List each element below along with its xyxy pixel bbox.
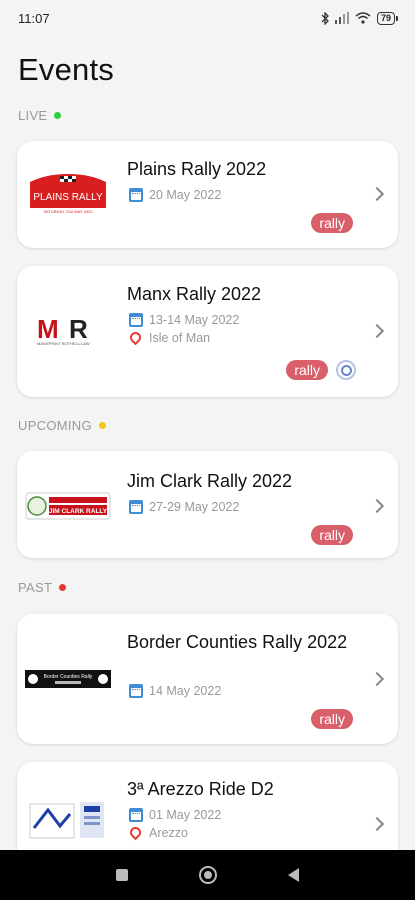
upcoming-status-dot	[98, 422, 106, 429]
section-header-upcoming: UPCOMING	[18, 418, 106, 433]
chevron-right-icon	[369, 186, 385, 202]
event-card-manx-rally[interactable]: M R MANXPRINT ROTHELL.LAW Manx Rally 202…	[17, 266, 398, 397]
event-date-text: 13-14 May 2022	[149, 313, 240, 327]
calendar-icon	[129, 188, 143, 202]
event-title: Border Counties Rally 2022	[127, 632, 348, 652]
location-pin-icon	[127, 824, 144, 840]
calendar-icon	[129, 808, 143, 822]
svg-text:PLAINS RALLY: PLAINS RALLY	[33, 192, 103, 203]
recent-apps-button[interactable]	[115, 869, 128, 881]
event-date: 13-14 May 2022	[129, 313, 239, 327]
battery-icon: 79	[376, 11, 399, 25]
event-title: Manx Rally 2022	[127, 284, 262, 304]
event-title: Plains Rally 2022	[127, 159, 267, 179]
event-card-plains-rally[interactable]: PLAINS RALLY SATURDAY 21st MAY 2022 Plai…	[17, 141, 398, 248]
chevron-right-icon	[369, 323, 385, 339]
status-time: 11:07	[18, 10, 50, 26]
calendar-icon	[129, 684, 143, 698]
event-tag: rally	[311, 525, 353, 545]
svg-text:MANXPRINT ROTHELL.LAW: MANXPRINT ROTHELL.LAW	[37, 341, 90, 346]
chevron-right-icon	[369, 671, 385, 687]
event-logo-plains-rally: PLAINS RALLY SATURDAY 21st MAY 2022	[25, 171, 111, 217]
svg-text:Border Counties Rally: Border Counties Rally	[44, 674, 93, 680]
svg-text:JIM CLARK RALLY: JIM CLARK RALLY	[49, 508, 108, 515]
event-date-text: 20 May 2022	[149, 188, 222, 202]
location-pin-icon	[127, 329, 144, 345]
home-button[interactable]	[198, 866, 217, 884]
event-date: 20 May 2022	[129, 188, 221, 202]
event-date: 14 May 2022	[129, 684, 221, 698]
event-logo-manx-rally: M R MANXPRINT ROTHELL.LAW	[25, 310, 111, 350]
event-card-jim-clark-rally[interactable]: JIM CLARK RALLY Jim Clark Rally 2022 27-…	[17, 451, 398, 558]
back-button[interactable]	[288, 868, 300, 882]
event-location: Isle of Man	[127, 329, 211, 345]
section-label-past: PAST	[18, 580, 53, 595]
event-location-text: Isle of Man	[149, 331, 211, 345]
event-tag: rally	[311, 213, 353, 233]
event-date-text: 01 May 2022	[149, 808, 222, 822]
section-header-live: LIVE	[18, 108, 62, 123]
event-location: Arezzo	[127, 824, 188, 840]
chevron-right-icon	[369, 816, 385, 832]
event-date-text: 14 May 2022	[149, 684, 222, 698]
calendar-icon	[129, 313, 143, 327]
event-date: 01 May 2022	[129, 808, 221, 822]
page-title: Events	[18, 52, 114, 87]
status-icons: 79	[321, 11, 399, 25]
section-header-past: PAST	[18, 580, 67, 595]
chevron-right-icon	[369, 498, 385, 514]
event-date-text: 27-29 May 2022	[149, 500, 240, 514]
event-logo-arezzo-ride	[25, 798, 111, 840]
calendar-icon	[129, 500, 143, 514]
event-date: 27-29 May 2022	[129, 500, 239, 514]
event-card-border-counties-rally[interactable]: Border Counties Rally Border Counties Ra…	[17, 614, 398, 744]
section-label-live: LIVE	[18, 108, 48, 123]
bluetooth-icon	[321, 11, 329, 25]
wifi-icon	[355, 12, 371, 24]
event-title: 3ª Arezzo Ride D2	[127, 779, 274, 799]
event-tag: rally	[286, 360, 328, 380]
past-status-dot	[59, 584, 67, 591]
svg-text:R: R	[69, 314, 88, 344]
event-logo-border-counties-rally: Border Counties Rally	[25, 668, 111, 690]
live-status-dot	[54, 112, 62, 119]
system-nav-bar	[0, 850, 415, 900]
series-badge-icon	[336, 360, 356, 380]
event-location-text: Arezzo	[149, 826, 188, 840]
section-label-upcoming: UPCOMING	[18, 418, 92, 433]
signal-icon	[334, 12, 349, 24]
svg-text:M: M	[37, 314, 59, 344]
event-title: Jim Clark Rally 2022	[127, 471, 293, 491]
event-logo-jim-clark-rally: JIM CLARK RALLY	[25, 489, 111, 523]
status-bar: 11:07 79	[0, 0, 415, 36]
event-tag: rally	[311, 709, 353, 729]
svg-text:SATURDAY 21st MAY 2022: SATURDAY 21st MAY 2022	[43, 209, 93, 214]
